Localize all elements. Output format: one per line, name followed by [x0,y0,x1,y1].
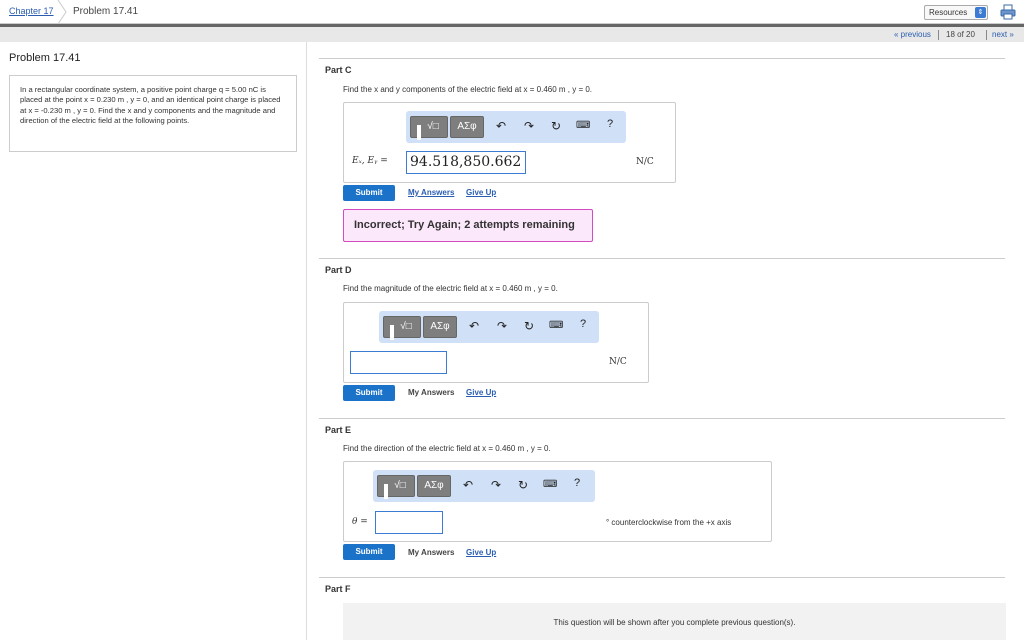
math-toolbar: √□ ΑΣφ ↶ ↷ ↻ ⌨ ? [406,111,626,143]
part-c-give-up-link[interactable]: Give Up [466,188,496,197]
reset-icon[interactable]: ↻ [524,319,534,333]
undo-icon[interactable]: ↶ [496,119,506,133]
part-d-submit-button[interactable]: Submit [343,385,395,401]
part-e-answer-box: √□ ΑΣφ ↶ ↷ ↻ ⌨ ? θ = ° counterclockwise … [343,461,772,542]
part-d-give-up-link[interactable]: Give Up [466,388,496,397]
breadcrumb-separator-icon [57,0,67,24]
part-e-unit: ° counterclockwise from the +x axis [606,518,732,527]
keyboard-icon[interactable]: ⌨ [543,479,557,490]
part-divider [319,258,1005,259]
keyboard-icon[interactable]: ⌨ [549,320,563,331]
part-c-label: Part C [325,65,352,75]
redo-icon[interactable]: ↷ [497,319,507,333]
part-c-submit-button[interactable]: Submit [343,185,395,201]
part-e-give-up-link[interactable]: Give Up [466,548,496,557]
part-c-answer-label: Eₓ, Eᵧ = [352,156,388,166]
resources-dropdown[interactable]: Resources ⇕ [924,5,988,20]
part-d-unit: N/C [609,357,627,367]
part-c-unit: N/C [636,157,654,167]
help-icon[interactable]: ? [607,118,613,130]
greek-symbols-button[interactable]: ΑΣφ [423,316,457,338]
math-template-button[interactable]: √□ [410,116,448,140]
part-e-answer-label: θ = [352,517,368,527]
part-c-question: Find the x and y components of the elect… [343,85,593,94]
part-c-my-answers-link[interactable]: My Answers [408,188,454,197]
keyboard-icon[interactable]: ⌨ [576,120,590,131]
math-template-button[interactable]: √□ [377,475,415,499]
help-icon[interactable]: ? [574,477,580,489]
part-c-answer-input[interactable]: 94.518,850.662 [406,151,526,174]
previous-link[interactable]: « previous [894,30,931,39]
redo-icon[interactable]: ↷ [524,119,534,133]
part-divider [319,577,1005,578]
next-link[interactable]: next » [992,30,1014,39]
part-e-my-answers-link[interactable]: My Answers [408,548,454,557]
redo-icon[interactable]: ↷ [491,478,501,492]
problem-statement: In a rectangular coordinate system, a po… [9,75,297,152]
problem-count: 18 of 20 [946,30,975,39]
part-d-my-answers-link[interactable]: My Answers [408,388,454,397]
dropdown-caret-icon: ⇕ [975,7,986,18]
part-e-question: Find the direction of the electric field… [343,444,551,453]
problem-title: Problem 17.41 [9,52,81,64]
part-f-locked-message: This question will be shown after you co… [343,603,1006,640]
part-e-label: Part E [325,425,352,435]
part-d-question: Find the magnitude of the electric field… [343,284,558,293]
part-d-label: Part D [325,265,352,275]
undo-icon[interactable]: ↶ [463,478,473,492]
math-toolbar: √□ ΑΣφ ↶ ↷ ↻ ⌨ ? [373,470,595,502]
part-e-submit-button[interactable]: Submit [343,544,395,560]
reset-icon[interactable]: ↻ [518,478,528,492]
undo-icon[interactable]: ↶ [469,319,479,333]
navigation-bar: « previous 18 of 20 next » [0,24,1024,42]
nav-divider [986,30,987,40]
greek-symbols-button[interactable]: ΑΣφ [450,116,484,138]
resources-label: Resources [929,8,968,17]
greek-symbols-button[interactable]: ΑΣφ [417,475,451,497]
part-divider [319,418,1005,419]
math-template-button[interactable]: √□ [383,316,421,340]
problem-sidebar: Problem 17.41 In a rectangular coordinat… [0,42,307,640]
part-f-label: Part F [325,584,351,594]
print-icon[interactable] [1000,4,1016,20]
top-bar: Chapter 17 Problem 17.41 Resources ⇕ [0,0,1024,24]
nav-divider [938,30,939,40]
part-divider [319,58,1005,59]
breadcrumb-chapter-link[interactable]: Chapter 17 [9,6,54,16]
part-d-answer-box: √□ ΑΣφ ↶ ↷ ↻ ⌨ ? E = N/C [343,302,649,383]
math-toolbar: √□ ΑΣφ ↶ ↷ ↻ ⌨ ? [379,311,599,343]
reset-icon[interactable]: ↻ [551,119,561,133]
help-icon[interactable]: ? [580,318,586,330]
part-d-answer-input[interactable] [350,351,447,374]
part-c-feedback: Incorrect; Try Again; 2 attempts remaini… [343,209,593,242]
breadcrumb-problem: Problem 17.41 [73,6,139,17]
part-c-answer-box: √□ ΑΣφ ↶ ↷ ↻ ⌨ ? Eₓ, Eᵧ = 94.518,850.662… [343,102,676,183]
part-e-answer-input[interactable] [375,511,443,534]
